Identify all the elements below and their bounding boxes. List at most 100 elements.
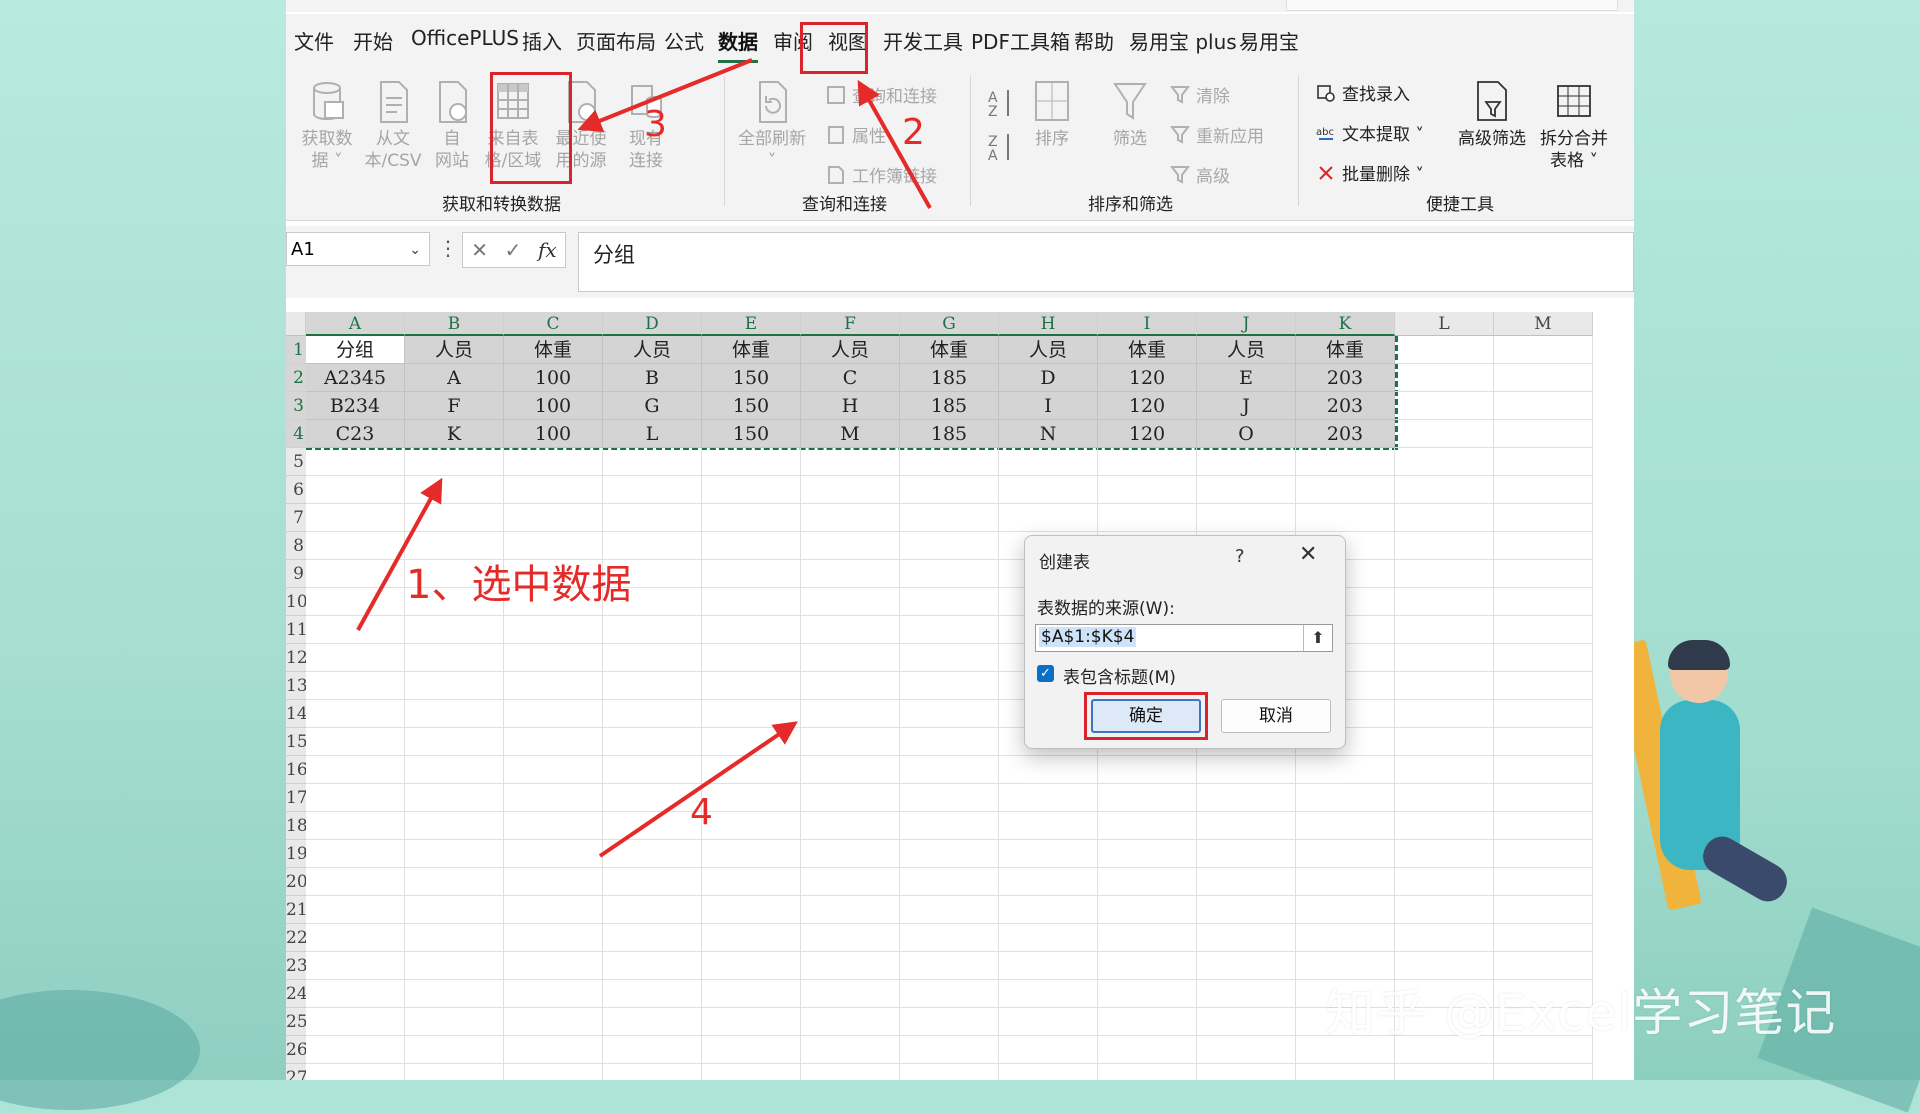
cell[interactable]: [1197, 448, 1296, 476]
cell[interactable]: 120: [1098, 364, 1197, 392]
column-header-k[interactable]: K: [1296, 312, 1395, 336]
cell[interactable]: [306, 448, 405, 476]
cell[interactable]: [900, 924, 999, 952]
cell[interactable]: [999, 1036, 1098, 1064]
cell[interactable]: [702, 588, 801, 616]
cell[interactable]: [1494, 560, 1593, 588]
cell[interactable]: A: [405, 364, 504, 392]
row-header[interactable]: 10: [286, 588, 306, 616]
cell[interactable]: [702, 644, 801, 672]
cell[interactable]: [405, 700, 504, 728]
cell[interactable]: [702, 980, 801, 1008]
cell[interactable]: [603, 784, 702, 812]
spreadsheet-grid[interactable]: A B C D E F G H I J K L M 1 分组 人员 体重 人员 体重 人员 体重 人员 体重 人员 体重 2 A23…: [286, 312, 1634, 1080]
cell[interactable]: [999, 476, 1098, 504]
cell[interactable]: [702, 448, 801, 476]
insert-function-icon[interactable]: fx: [538, 238, 557, 262]
row-header[interactable]: 9: [286, 560, 306, 588]
cell[interactable]: 203: [1296, 364, 1395, 392]
cell[interactable]: [801, 616, 900, 644]
cell[interactable]: [603, 476, 702, 504]
cell[interactable]: [702, 700, 801, 728]
cell[interactable]: [504, 756, 603, 784]
cell[interactable]: [306, 588, 405, 616]
cell[interactable]: [1395, 336, 1494, 364]
cell[interactable]: [900, 476, 999, 504]
cell[interactable]: [1494, 812, 1593, 840]
cell[interactable]: [306, 980, 405, 1008]
cell[interactable]: [702, 1008, 801, 1036]
cell[interactable]: [1098, 868, 1197, 896]
cell[interactable]: [504, 1036, 603, 1064]
cell[interactable]: [900, 1008, 999, 1036]
cell[interactable]: [1098, 980, 1197, 1008]
cell[interactable]: [999, 896, 1098, 924]
column-header-e[interactable]: E: [702, 312, 801, 336]
cell[interactable]: [1395, 756, 1494, 784]
cell[interactable]: [603, 616, 702, 644]
cell[interactable]: G: [603, 392, 702, 420]
chevron-down-icon[interactable]: ⌄: [409, 233, 421, 267]
cell[interactable]: [801, 448, 900, 476]
cell[interactable]: [1296, 896, 1395, 924]
more-options-icon[interactable]: ⋮: [438, 236, 458, 260]
column-header-f[interactable]: F: [801, 312, 900, 336]
row-header[interactable]: 12: [286, 644, 306, 672]
column-header-l[interactable]: L: [1395, 312, 1494, 336]
cell[interactable]: [504, 728, 603, 756]
cell[interactable]: [801, 980, 900, 1008]
cell[interactable]: [801, 644, 900, 672]
tab-insert[interactable]: 插入: [522, 26, 562, 55]
cancel-button[interactable]: 取消: [1221, 699, 1331, 733]
cell[interactable]: [1494, 700, 1593, 728]
column-header-j[interactable]: J: [1197, 312, 1296, 336]
cell[interactable]: [1197, 840, 1296, 868]
cell[interactable]: 人员: [405, 336, 504, 364]
cell[interactable]: [900, 868, 999, 896]
cell[interactable]: [1395, 420, 1494, 448]
cell[interactable]: [504, 644, 603, 672]
row-header[interactable]: 18: [286, 812, 306, 840]
row-header[interactable]: 3: [286, 392, 306, 420]
cell[interactable]: [1395, 616, 1494, 644]
cell[interactable]: [306, 644, 405, 672]
row-header[interactable]: 5: [286, 448, 306, 476]
cell[interactable]: [405, 1036, 504, 1064]
cell[interactable]: [999, 868, 1098, 896]
cell[interactable]: [801, 588, 900, 616]
cell[interactable]: [900, 812, 999, 840]
cell[interactable]: [306, 784, 405, 812]
cell[interactable]: [999, 1008, 1098, 1036]
row-header[interactable]: 13: [286, 672, 306, 700]
cell[interactable]: B234: [306, 392, 405, 420]
cell[interactable]: [603, 756, 702, 784]
cell[interactable]: [900, 644, 999, 672]
cell[interactable]: [1197, 1036, 1296, 1064]
cell[interactable]: [702, 784, 801, 812]
cell[interactable]: [900, 980, 999, 1008]
cell[interactable]: [306, 504, 405, 532]
from-text-csv-button[interactable]: 从文 本/CSV: [362, 80, 424, 172]
cell[interactable]: [504, 896, 603, 924]
help-icon[interactable]: ?: [1235, 546, 1245, 567]
advanced-filter-button[interactable]: 高级: [1170, 162, 1230, 187]
cell[interactable]: J: [1197, 392, 1296, 420]
cell[interactable]: [1098, 756, 1197, 784]
cell[interactable]: E: [1197, 364, 1296, 392]
batch-delete-button[interactable]: 批量删除 ˅: [1316, 160, 1424, 185]
workbook-links-button[interactable]: 工作簿链接: [826, 162, 937, 187]
clear-filter-button[interactable]: 清除: [1170, 82, 1230, 107]
tab-data[interactable]: 数据: [718, 26, 758, 63]
sort-asc-button[interactable]: AZZA: [984, 82, 1018, 178]
cell[interactable]: [900, 616, 999, 644]
tab-file[interactable]: 文件: [294, 26, 334, 55]
cell[interactable]: [603, 504, 702, 532]
cell[interactable]: [306, 840, 405, 868]
cell[interactable]: [306, 896, 405, 924]
cell[interactable]: [1098, 840, 1197, 868]
cell[interactable]: [1098, 784, 1197, 812]
cell[interactable]: [1197, 812, 1296, 840]
cell[interactable]: 人员: [999, 336, 1098, 364]
title-search-box[interactable]: [1286, 0, 1618, 11]
cell[interactable]: [1395, 812, 1494, 840]
